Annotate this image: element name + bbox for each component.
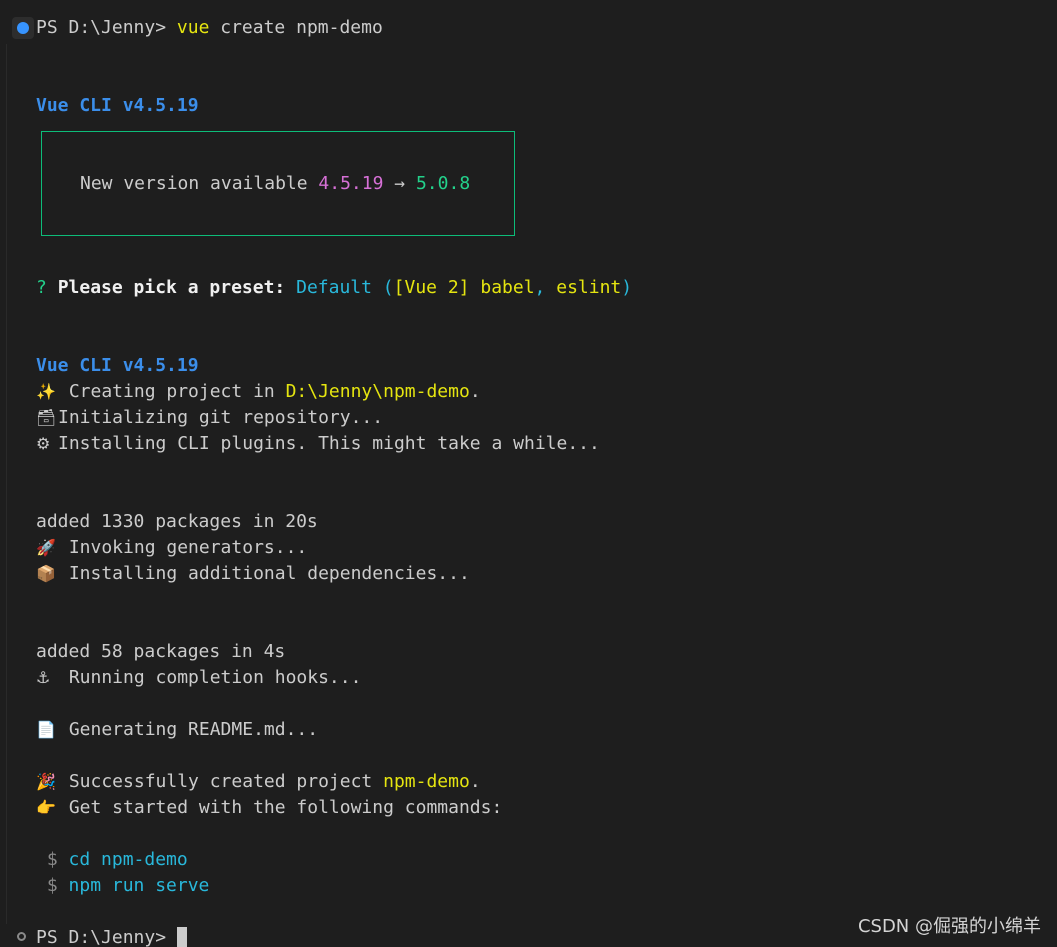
terminal-panel[interactable]: PS D:\Jenny> vue create npm-demo Vue CLI…	[0, 0, 1057, 947]
success-line: 🎉 Successfully created project npm-demo.	[36, 769, 481, 795]
preset-lint: eslint	[556, 277, 622, 298]
arrow-icon: →	[383, 173, 416, 194]
latest-version: 5.0.8	[415, 173, 471, 194]
gear-icon: ⚙	[36, 434, 51, 453]
party-popper-icon: 🎉	[36, 772, 56, 791]
command-success-decoration-icon[interactable]	[12, 17, 34, 39]
pointing-right-icon: 👉	[36, 798, 56, 817]
update-label: New version available	[80, 173, 319, 194]
step-suffix: .	[469, 381, 481, 402]
success-suffix: .	[469, 771, 481, 792]
step-line-generators: 🚀 Invoking generators...	[36, 535, 307, 561]
step-text: Running completion hooks...	[58, 667, 362, 688]
dollar-sign: $	[36, 849, 69, 870]
text-cursor	[176, 927, 187, 947]
rocket-icon: 🚀	[36, 538, 56, 557]
prompt-args: create npm-demo	[209, 17, 383, 38]
prompt-text: PS D:\Jenny>	[36, 17, 177, 38]
step-text: Installing CLI plugins. This might take …	[58, 433, 600, 454]
package-icon: 📦	[36, 564, 56, 583]
step-line-readme: 📄 Generating README.md...	[36, 717, 318, 743]
preset-detail: [Vue 2] babel	[393, 277, 535, 298]
update-notice-line: New version available 4.5.19 → 5.0.8	[80, 171, 470, 197]
step-text: Generating README.md...	[58, 719, 319, 740]
anchor-icon: ⚓	[36, 668, 51, 687]
csdn-watermark: CSDN @倔强的小绵羊	[857, 916, 1041, 937]
command-line-serve: $ npm run serve	[36, 873, 210, 899]
command-line-cd: $ cd npm-demo	[36, 847, 188, 873]
preset-comma: ,	[534, 277, 557, 298]
added-packages-line: added 1330 packages in 20s	[36, 511, 318, 532]
current-version: 4.5.19	[318, 173, 384, 194]
command-cd: cd npm-demo	[68, 849, 188, 870]
step-text: Initializing git repository...	[58, 407, 384, 428]
added-packages-line-2: added 58 packages in 4s	[36, 641, 286, 662]
step-text: Installing additional dependencies...	[58, 563, 470, 584]
preset-open-paren: (	[371, 277, 394, 298]
page-icon: 📄	[36, 720, 56, 739]
step-line-git: 🗃Initializing git repository...	[36, 405, 383, 431]
command-pending-decoration-icon[interactable]	[17, 932, 26, 941]
question-mark-icon: ?	[36, 277, 58, 298]
card-file-box-icon: 🗃	[36, 408, 57, 427]
cli-version-header-2: Vue CLI v4.5.19	[36, 355, 199, 376]
prompt-line: PS D:\Jenny> vue create npm-demo	[36, 15, 383, 41]
preset-question: Please pick a preset:	[57, 277, 297, 298]
command-serve: npm run serve	[68, 875, 210, 896]
preset-close-paren: )	[621, 277, 633, 298]
project-name: npm-demo	[383, 771, 470, 792]
preset-line: ? Please pick a preset: Default ([Vue 2]…	[36, 275, 632, 301]
final-prompt-line[interactable]: PS D:\Jenny>	[36, 925, 187, 947]
project-path: D:\Jenny\npm-demo	[285, 381, 470, 402]
dollar-sign: $	[36, 875, 69, 896]
preset-answer: Default	[296, 277, 372, 298]
step-line-dependencies: 📦 Installing additional dependencies...	[36, 561, 470, 587]
get-started-text: Get started with the following commands:	[58, 797, 503, 818]
sparkles-icon: ✨	[36, 382, 56, 401]
final-prompt-text: PS D:\Jenny>	[36, 927, 177, 947]
get-started-line: 👉 Get started with the following command…	[36, 795, 502, 821]
step-text: Creating project in	[58, 381, 286, 402]
step-line-hooks: ⚓ Running completion hooks...	[36, 665, 361, 691]
step-line-create: ✨ Creating project in D:\Jenny\npm-demo.	[36, 379, 481, 405]
gutter-line	[6, 44, 15, 924]
step-line-plugins: ⚙ Installing CLI plugins. This might take…	[36, 431, 600, 457]
prompt-command: vue	[176, 17, 210, 38]
cli-version-header: Vue CLI v4.5.19	[36, 95, 199, 116]
success-text: Successfully created project	[58, 771, 384, 792]
step-text: Invoking generators...	[58, 537, 308, 558]
